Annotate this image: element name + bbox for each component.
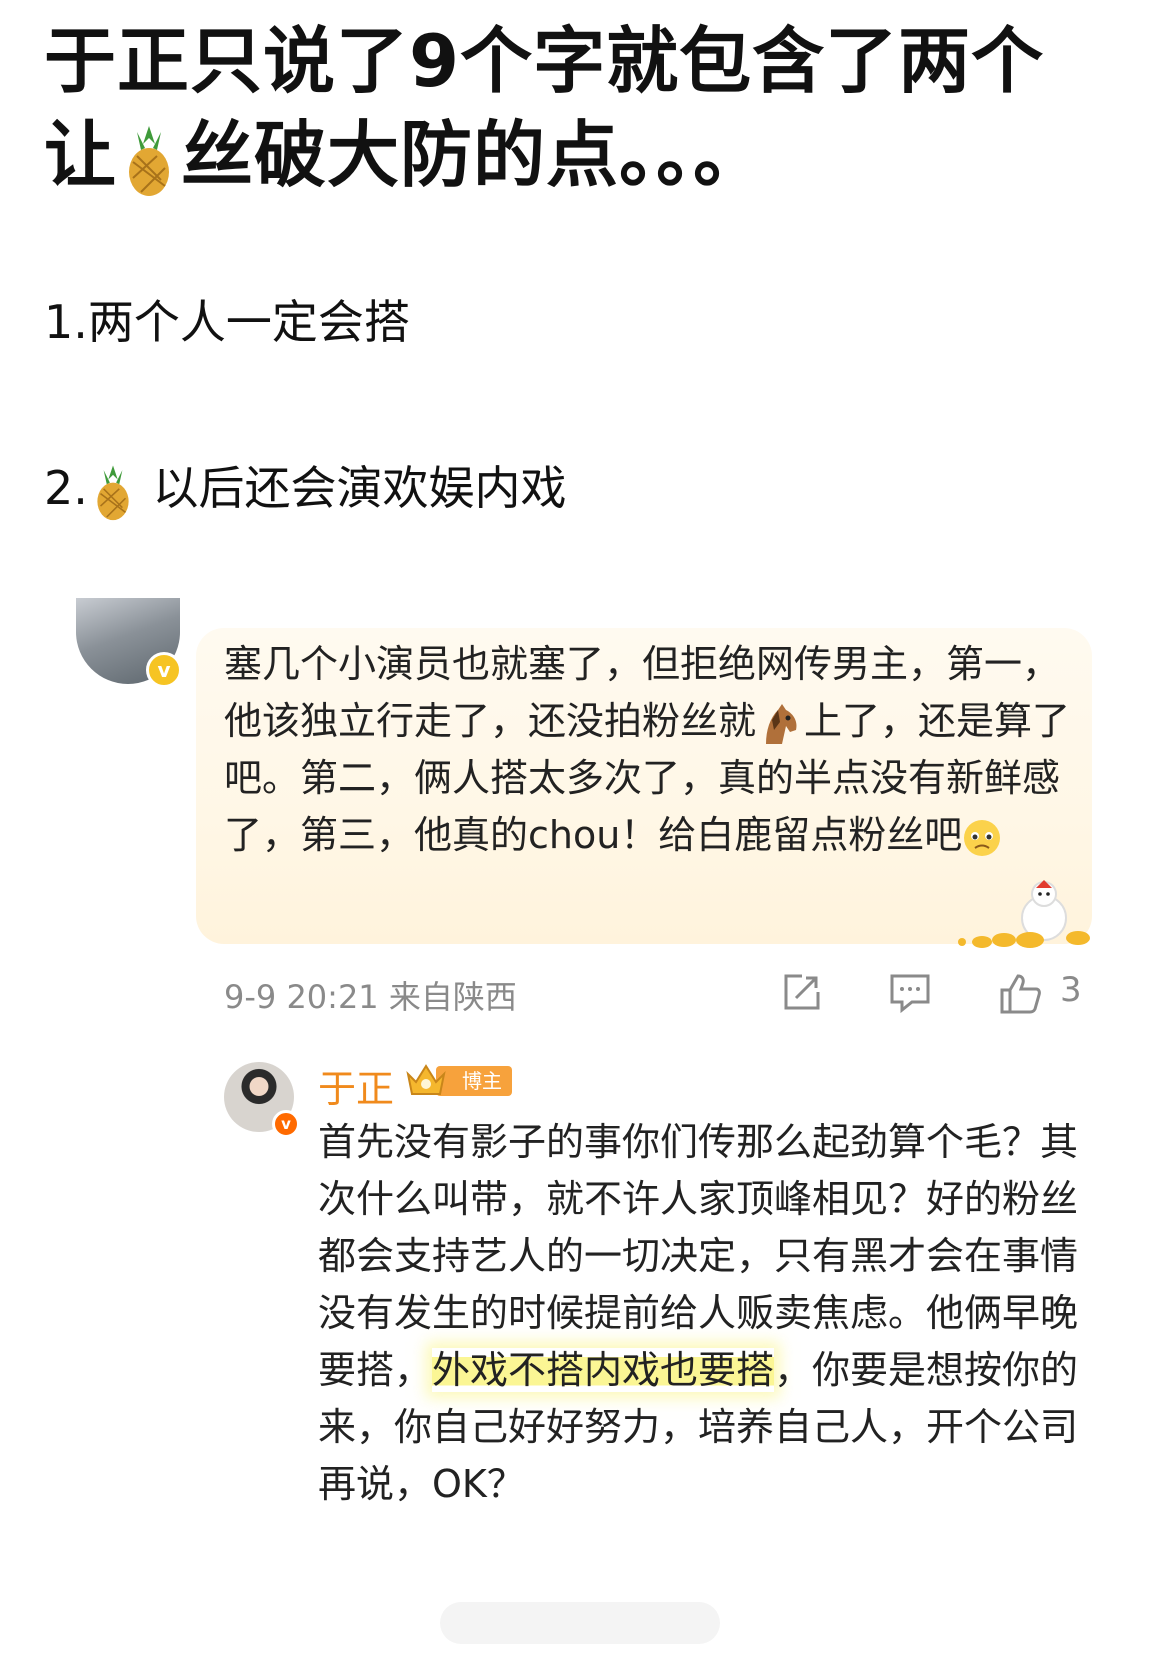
like-count: 3	[1060, 970, 1082, 1010]
title-line-1: 于正只说了9个字就包含了两个	[44, 19, 1045, 103]
highlighted-quote: 外戏不搭内戏也要搭	[432, 1348, 775, 1392]
title-line-2: 让丝破大防的点。。。	[44, 108, 1134, 202]
verified-badge-icon: v	[272, 1110, 300, 1138]
watermark-blur	[440, 1602, 720, 1644]
point-two-text: 以后还会演欢娱内戏	[152, 461, 567, 515]
verified-badge-icon: v	[146, 652, 182, 688]
pleading-face-icon	[964, 819, 1001, 856]
crown-badge-icon	[406, 1064, 446, 1095]
replier-avatar[interactable]: v	[224, 1062, 300, 1138]
title-suffix: 丝破大防的点。。。	[181, 113, 767, 197]
pineapple-icon	[129, 126, 170, 197]
commenter-avatar[interactable]: v	[76, 598, 182, 688]
pineapple-icon	[97, 464, 129, 520]
comment-text: 塞几个小演员也就塞了，但拒绝网传男主，第一，他该独立行走了，还没拍粉丝就 上了，还…	[224, 636, 1074, 864]
title-prefix: 让	[44, 113, 118, 197]
comment-icon[interactable]	[888, 970, 932, 1014]
replier-name[interactable]: 于正	[318, 1058, 394, 1113]
fortune-doll-decoration-icon	[958, 880, 1090, 948]
comment-meta: 9-9 20:21 来自陕西	[224, 972, 517, 1018]
share-icon[interactable]	[780, 970, 824, 1014]
comment-time: 9-9 20:21	[224, 978, 379, 1016]
post-title: 于正只说了9个字就包含了两个 让丝破大防的点。。。	[44, 14, 1134, 202]
reply-text: 首先没有影子的事你们传那么起劲算个毛？其次什么叫带，就不许人家顶峰相见？好的粉丝…	[318, 1114, 1088, 1513]
like-icon[interactable]	[996, 970, 1044, 1018]
horse-emoji-icon	[766, 703, 797, 744]
point-two: 2. 以后还会演欢娱内戏	[44, 458, 567, 522]
comment-location: 来自陕西	[388, 978, 517, 1016]
point-one: 1.两个人一定会搭	[44, 295, 410, 349]
point-two-number: 2.	[44, 461, 88, 515]
